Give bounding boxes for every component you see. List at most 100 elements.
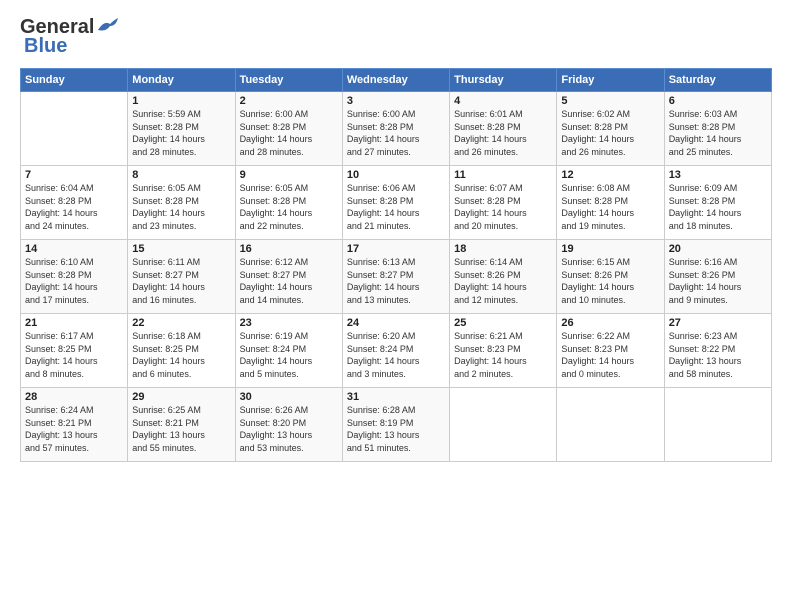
calendar-cell: 14Sunrise: 6:10 AM Sunset: 8:28 PM Dayli… — [21, 240, 128, 314]
day-number: 23 — [240, 317, 338, 329]
day-number: 12 — [561, 169, 659, 181]
day-number: 4 — [454, 95, 552, 107]
day-info: Sunrise: 6:08 AM Sunset: 8:28 PM Dayligh… — [561, 182, 659, 232]
week-row-5: 28Sunrise: 6:24 AM Sunset: 8:21 PM Dayli… — [21, 388, 772, 462]
day-info: Sunrise: 6:00 AM Sunset: 8:28 PM Dayligh… — [240, 108, 338, 158]
day-info: Sunrise: 6:20 AM Sunset: 8:24 PM Dayligh… — [347, 330, 445, 380]
calendar-cell: 9Sunrise: 6:05 AM Sunset: 8:28 PM Daylig… — [235, 166, 342, 240]
calendar-cell: 22Sunrise: 6:18 AM Sunset: 8:25 PM Dayli… — [128, 314, 235, 388]
day-number: 16 — [240, 243, 338, 255]
day-number: 17 — [347, 243, 445, 255]
calendar-cell: 5Sunrise: 6:02 AM Sunset: 8:28 PM Daylig… — [557, 92, 664, 166]
calendar-table: SundayMondayTuesdayWednesdayThursdayFrid… — [20, 68, 772, 462]
day-info: Sunrise: 6:15 AM Sunset: 8:26 PM Dayligh… — [561, 256, 659, 306]
day-info: Sunrise: 6:14 AM Sunset: 8:26 PM Dayligh… — [454, 256, 552, 306]
day-number: 7 — [25, 169, 123, 181]
day-info: Sunrise: 6:06 AM Sunset: 8:28 PM Dayligh… — [347, 182, 445, 232]
calendar-cell: 20Sunrise: 6:16 AM Sunset: 8:26 PM Dayli… — [664, 240, 771, 314]
day-number: 25 — [454, 317, 552, 329]
day-number: 18 — [454, 243, 552, 255]
day-info: Sunrise: 6:13 AM Sunset: 8:27 PM Dayligh… — [347, 256, 445, 306]
calendar-cell: 12Sunrise: 6:08 AM Sunset: 8:28 PM Dayli… — [557, 166, 664, 240]
day-info: Sunrise: 6:16 AM Sunset: 8:26 PM Dayligh… — [669, 256, 767, 306]
calendar-cell: 15Sunrise: 6:11 AM Sunset: 8:27 PM Dayli… — [128, 240, 235, 314]
day-info: Sunrise: 6:17 AM Sunset: 8:25 PM Dayligh… — [25, 330, 123, 380]
day-info: Sunrise: 6:01 AM Sunset: 8:28 PM Dayligh… — [454, 108, 552, 158]
page-container: General Blue SundayMondayTuesdayWednesda… — [0, 0, 792, 472]
day-header-friday: Friday — [557, 69, 664, 92]
day-info: Sunrise: 6:23 AM Sunset: 8:22 PM Dayligh… — [669, 330, 767, 380]
day-header-wednesday: Wednesday — [342, 69, 449, 92]
calendar-cell — [21, 92, 128, 166]
day-info: Sunrise: 6:03 AM Sunset: 8:28 PM Dayligh… — [669, 108, 767, 158]
day-info: Sunrise: 6:02 AM Sunset: 8:28 PM Dayligh… — [561, 108, 659, 158]
week-row-3: 14Sunrise: 6:10 AM Sunset: 8:28 PM Dayli… — [21, 240, 772, 314]
calendar-cell: 30Sunrise: 6:26 AM Sunset: 8:20 PM Dayli… — [235, 388, 342, 462]
calendar-cell: 1Sunrise: 5:59 AM Sunset: 8:28 PM Daylig… — [128, 92, 235, 166]
day-number: 5 — [561, 95, 659, 107]
day-info: Sunrise: 6:25 AM Sunset: 8:21 PM Dayligh… — [132, 404, 230, 454]
day-number: 20 — [669, 243, 767, 255]
calendar-cell: 26Sunrise: 6:22 AM Sunset: 8:23 PM Dayli… — [557, 314, 664, 388]
day-number: 9 — [240, 169, 338, 181]
calendar-cell: 6Sunrise: 6:03 AM Sunset: 8:28 PM Daylig… — [664, 92, 771, 166]
calendar-cell: 8Sunrise: 6:05 AM Sunset: 8:28 PM Daylig… — [128, 166, 235, 240]
day-info: Sunrise: 6:05 AM Sunset: 8:28 PM Dayligh… — [132, 182, 230, 232]
calendar-cell: 16Sunrise: 6:12 AM Sunset: 8:27 PM Dayli… — [235, 240, 342, 314]
day-info: Sunrise: 6:00 AM Sunset: 8:28 PM Dayligh… — [347, 108, 445, 158]
day-number: 3 — [347, 95, 445, 107]
calendar-cell: 7Sunrise: 6:04 AM Sunset: 8:28 PM Daylig… — [21, 166, 128, 240]
day-number: 10 — [347, 169, 445, 181]
day-info: Sunrise: 6:11 AM Sunset: 8:27 PM Dayligh… — [132, 256, 230, 306]
logo-bird-icon — [96, 18, 118, 34]
day-info: Sunrise: 6:24 AM Sunset: 8:21 PM Dayligh… — [25, 404, 123, 454]
day-header-thursday: Thursday — [450, 69, 557, 92]
day-header-saturday: Saturday — [664, 69, 771, 92]
day-info: Sunrise: 6:28 AM Sunset: 8:19 PM Dayligh… — [347, 404, 445, 454]
logo: General Blue — [20, 16, 118, 58]
calendar-cell: 24Sunrise: 6:20 AM Sunset: 8:24 PM Dayli… — [342, 314, 449, 388]
calendar-cell: 19Sunrise: 6:15 AM Sunset: 8:26 PM Dayli… — [557, 240, 664, 314]
day-header-monday: Monday — [128, 69, 235, 92]
day-number: 29 — [132, 391, 230, 403]
day-info: Sunrise: 6:22 AM Sunset: 8:23 PM Dayligh… — [561, 330, 659, 380]
calendar-cell — [450, 388, 557, 462]
calendar-cell: 4Sunrise: 6:01 AM Sunset: 8:28 PM Daylig… — [450, 92, 557, 166]
day-number: 28 — [25, 391, 123, 403]
week-row-4: 21Sunrise: 6:17 AM Sunset: 8:25 PM Dayli… — [21, 314, 772, 388]
calendar-cell: 21Sunrise: 6:17 AM Sunset: 8:25 PM Dayli… — [21, 314, 128, 388]
day-info: Sunrise: 6:05 AM Sunset: 8:28 PM Dayligh… — [240, 182, 338, 232]
week-row-2: 7Sunrise: 6:04 AM Sunset: 8:28 PM Daylig… — [21, 166, 772, 240]
day-number: 24 — [347, 317, 445, 329]
calendar-cell: 2Sunrise: 6:00 AM Sunset: 8:28 PM Daylig… — [235, 92, 342, 166]
day-number: 11 — [454, 169, 552, 181]
day-number: 8 — [132, 169, 230, 181]
day-number: 15 — [132, 243, 230, 255]
calendar-cell: 13Sunrise: 6:09 AM Sunset: 8:28 PM Dayli… — [664, 166, 771, 240]
day-number: 31 — [347, 391, 445, 403]
day-info: Sunrise: 5:59 AM Sunset: 8:28 PM Dayligh… — [132, 108, 230, 158]
week-row-1: 1Sunrise: 5:59 AM Sunset: 8:28 PM Daylig… — [21, 92, 772, 166]
day-header-tuesday: Tuesday — [235, 69, 342, 92]
day-number: 13 — [669, 169, 767, 181]
day-number: 30 — [240, 391, 338, 403]
calendar-cell: 10Sunrise: 6:06 AM Sunset: 8:28 PM Dayli… — [342, 166, 449, 240]
calendar-cell: 25Sunrise: 6:21 AM Sunset: 8:23 PM Dayli… — [450, 314, 557, 388]
calendar-cell: 28Sunrise: 6:24 AM Sunset: 8:21 PM Dayli… — [21, 388, 128, 462]
calendar-cell — [557, 388, 664, 462]
day-number: 21 — [25, 317, 123, 329]
header-row: SundayMondayTuesdayWednesdayThursdayFrid… — [21, 69, 772, 92]
calendar-cell: 3Sunrise: 6:00 AM Sunset: 8:28 PM Daylig… — [342, 92, 449, 166]
calendar-cell: 29Sunrise: 6:25 AM Sunset: 8:21 PM Dayli… — [128, 388, 235, 462]
day-number: 1 — [132, 95, 230, 107]
day-info: Sunrise: 6:21 AM Sunset: 8:23 PM Dayligh… — [454, 330, 552, 380]
day-info: Sunrise: 6:26 AM Sunset: 8:20 PM Dayligh… — [240, 404, 338, 454]
calendar-cell: 31Sunrise: 6:28 AM Sunset: 8:19 PM Dayli… — [342, 388, 449, 462]
calendar-cell — [664, 388, 771, 462]
day-info: Sunrise: 6:12 AM Sunset: 8:27 PM Dayligh… — [240, 256, 338, 306]
day-number: 19 — [561, 243, 659, 255]
day-info: Sunrise: 6:19 AM Sunset: 8:24 PM Dayligh… — [240, 330, 338, 380]
day-info: Sunrise: 6:04 AM Sunset: 8:28 PM Dayligh… — [25, 182, 123, 232]
calendar-cell: 23Sunrise: 6:19 AM Sunset: 8:24 PM Dayli… — [235, 314, 342, 388]
logo-blue: Blue — [24, 35, 67, 58]
